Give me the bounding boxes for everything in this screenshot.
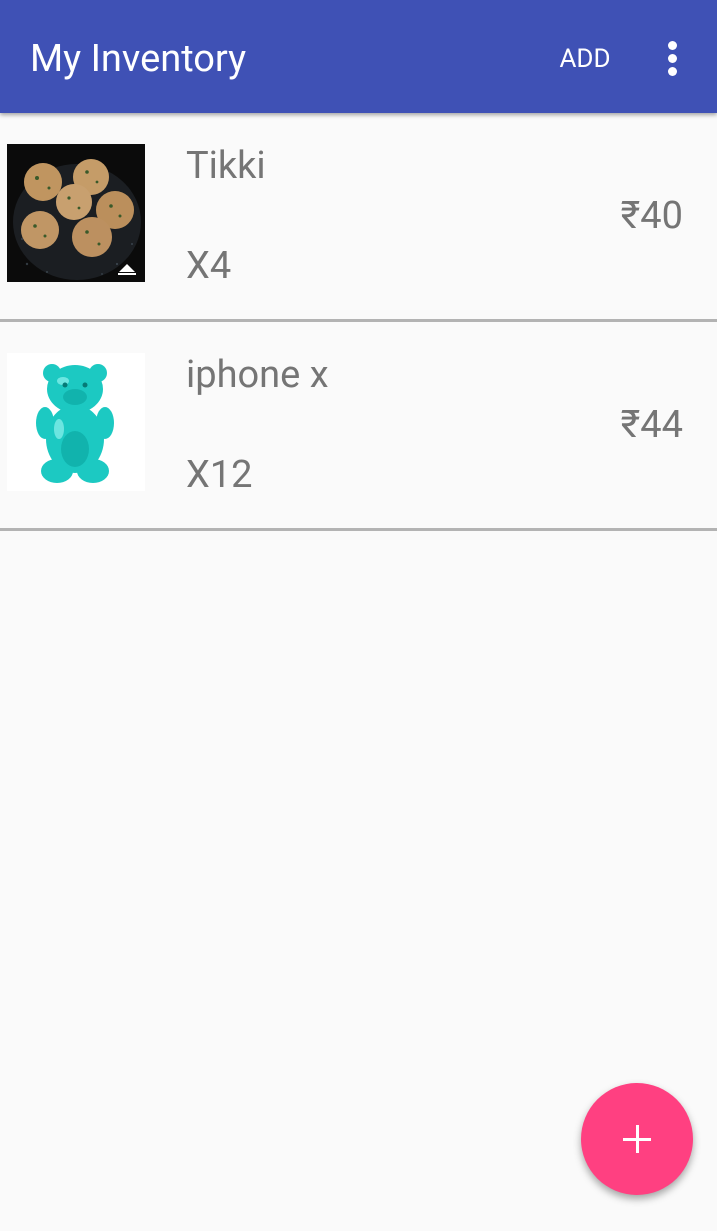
item-price: ₹40 xyxy=(620,194,683,238)
item-price: ₹44 xyxy=(620,403,683,447)
item-name: Tikki xyxy=(186,144,266,188)
app-bar: My Inventory ADD xyxy=(0,0,717,113)
item-quantity: X12 xyxy=(186,453,253,497)
list-item[interactable]: Tikki X4 ₹40 xyxy=(0,113,717,322)
item-name: iphone x xyxy=(186,353,329,397)
add-button[interactable]: ADD xyxy=(552,38,618,80)
tikki-photo xyxy=(7,144,145,282)
list-item[interactable]: iphone x X12 ₹44 xyxy=(0,322,717,531)
item-quantity: X4 xyxy=(186,244,232,288)
gummy-bear-photo xyxy=(7,353,145,491)
app-title: My Inventory xyxy=(30,37,247,81)
add-item-fab[interactable] xyxy=(581,1083,693,1195)
more-vert-icon[interactable] xyxy=(654,36,692,80)
inventory-list: Tikki X4 ₹40 iphone x X12 ₹44 xyxy=(0,113,717,531)
